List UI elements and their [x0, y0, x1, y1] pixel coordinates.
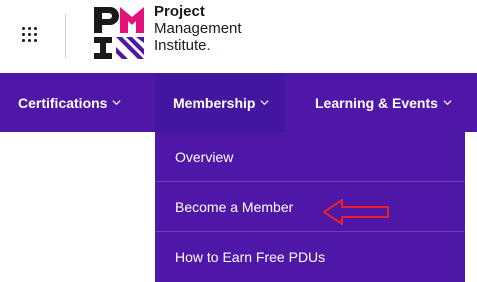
logo-line-2: Management	[154, 20, 242, 37]
pmi-logo-icon	[94, 7, 144, 59]
main-nav: Certifications Membership Learning & Eve…	[0, 73, 477, 132]
logo-text: Project Management Institute	[154, 3, 242, 54]
site-header: Project Management Institute	[0, 0, 477, 73]
dropdown-item-become-a-member[interactable]: Become a Member	[155, 182, 465, 232]
nav-item-label: Certifications	[18, 94, 108, 111]
nav-item-certifications[interactable]: Certifications	[18, 73, 121, 132]
logo-line-3: Institute	[154, 37, 242, 54]
chevron-down-icon	[260, 100, 269, 106]
dropdown-item-label: Overview	[175, 148, 234, 165]
nav-item-membership[interactable]: Membership	[155, 73, 286, 132]
apps-grid-icon[interactable]	[22, 27, 40, 43]
chevron-down-icon	[443, 100, 452, 106]
chevron-down-icon	[112, 100, 121, 106]
dropdown-item-earn-free-pdus[interactable]: How to Earn Free PDUs	[155, 232, 465, 282]
dropdown-item-overview[interactable]: Overview	[155, 132, 465, 182]
logo-line-1: Project	[154, 3, 205, 20]
nav-item-learning-events[interactable]: Learning & Events	[315, 73, 452, 132]
membership-dropdown: Overview Become a Member How to Earn Fre…	[155, 132, 465, 282]
nav-item-label: Membership	[173, 94, 256, 111]
nav-item-label: Learning & Events	[315, 94, 438, 111]
dropdown-item-label: How to Earn Free PDUs	[175, 249, 326, 265]
dropdown-item-label: Become a Member	[175, 198, 294, 215]
left-arrow-annotation-icon	[323, 199, 389, 225]
header-divider	[65, 14, 66, 58]
pmi-logo[interactable]: Project Management Institute	[92, 3, 242, 65]
